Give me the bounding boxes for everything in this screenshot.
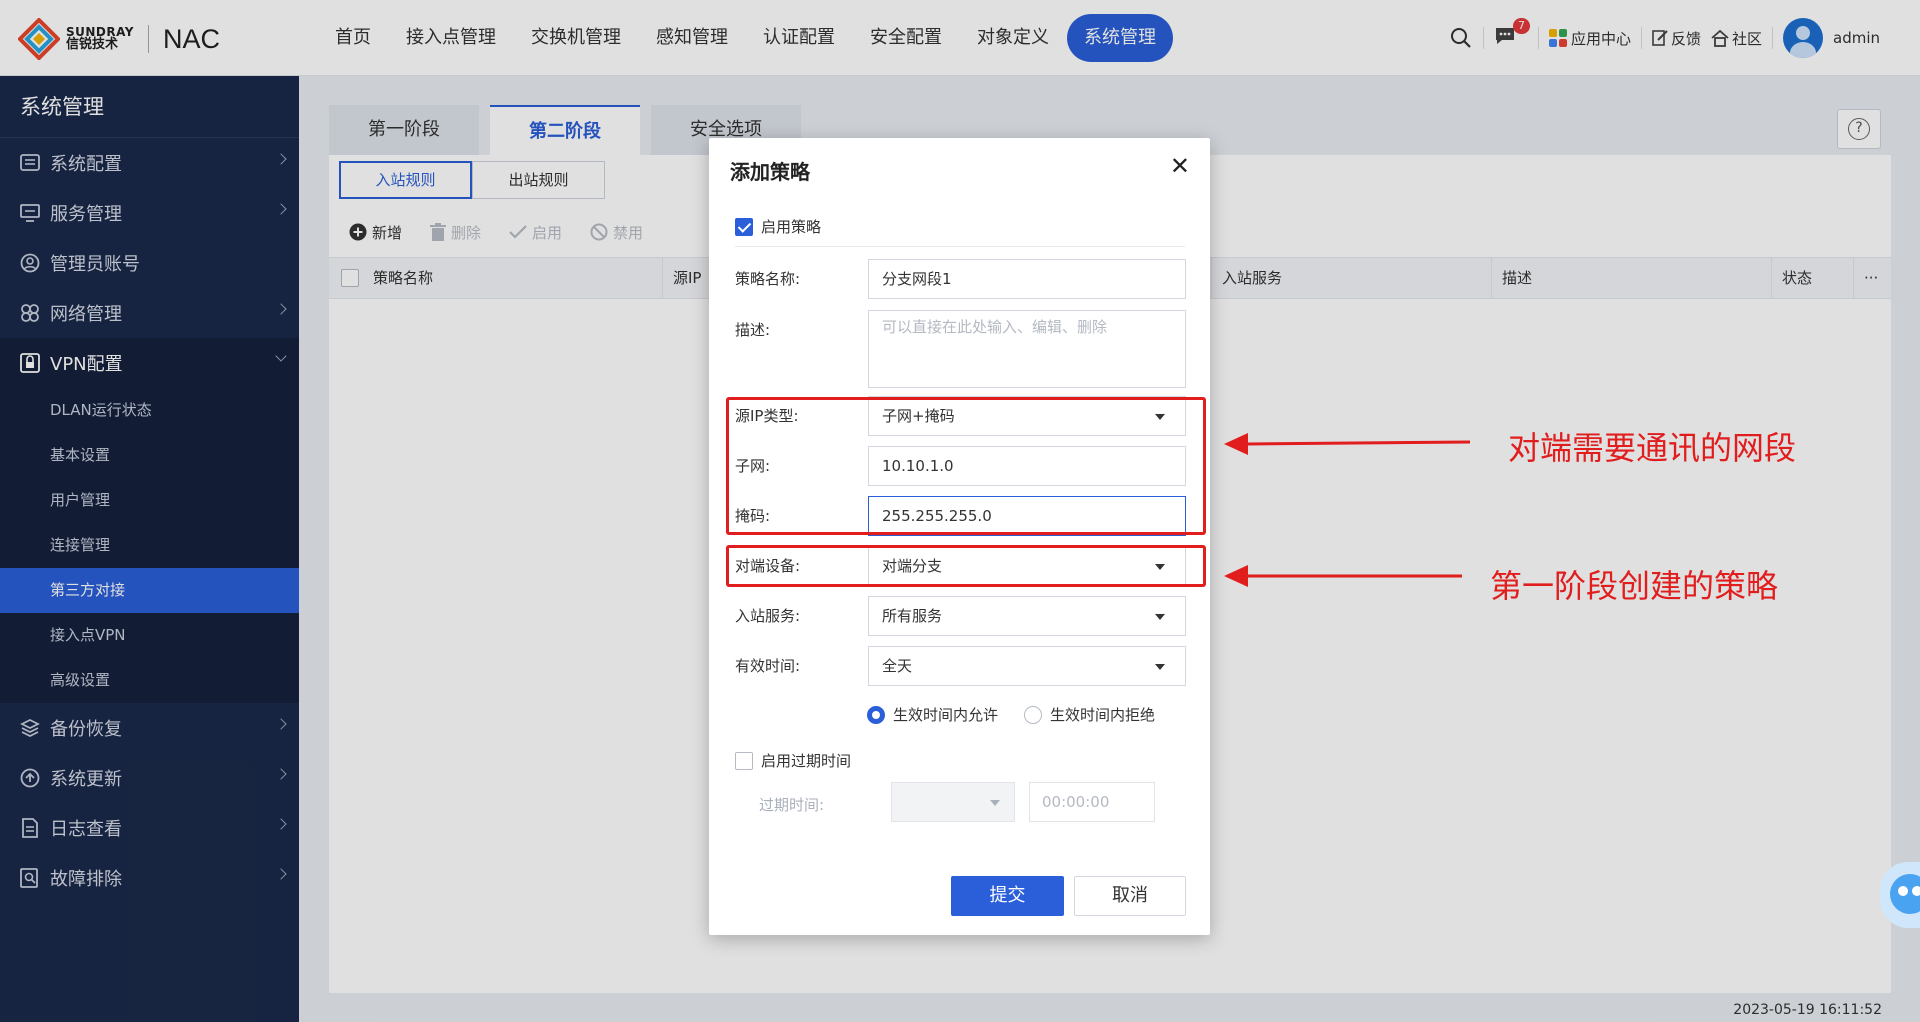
valid-time-label: 有效时间: [735, 657, 801, 675]
inbound-service-row: 入站服务: 所有服务 [735, 596, 1186, 636]
radio-allow[interactable] [867, 705, 885, 724]
radio-deny-label: 生效时间内拒绝 [1050, 706, 1156, 724]
annotation-box-subnet [726, 397, 1206, 535]
description-textarea[interactable]: 可以直接在此处输入、编辑、删除 [868, 310, 1186, 388]
close-icon[interactable]: ✕ [1170, 152, 1190, 180]
time-action-radio-group: 生效时间内允许 生效时间内拒绝 [867, 704, 1181, 725]
expire-checkbox[interactable] [735, 751, 753, 770]
valid-time-select[interactable]: 全天 [868, 646, 1186, 686]
expire-checkbox-row[interactable]: 启用过期时间 [735, 750, 851, 771]
annotation-subnet-note: 对端需要通讯的网段 [1508, 429, 1797, 467]
annotation-arrow-icon [1224, 433, 1471, 455]
enable-policy-label: 启用策略 [761, 218, 822, 236]
policy-name-label: 策略名称: [735, 270, 801, 288]
assistant-robot-icon[interactable] [1880, 862, 1920, 928]
radio-deny[interactable] [1024, 705, 1043, 724]
enable-policy-checkbox-row[interactable]: 启用策略 [735, 216, 821, 237]
radio-allow-option[interactable]: 生效时间内允许 [867, 704, 998, 725]
inbound-service-select[interactable]: 所有服务 [868, 596, 1186, 636]
inbound-service-label: 入站服务: [735, 607, 801, 625]
radio-allow-label: 生效时间内允许 [893, 706, 999, 724]
expire-time-label: 过期时间: [759, 796, 825, 814]
expire-time-input[interactable]: 00:00:00 [1029, 782, 1155, 822]
annotation-arrow-icon [1224, 565, 1462, 587]
policy-name-input[interactable]: 分支网段1 [868, 259, 1186, 299]
cancel-button[interactable]: 取消 [1074, 876, 1186, 916]
description-label: 描述: [735, 321, 771, 339]
annotation-peer-note: 第一阶段创建的策略 [1490, 567, 1779, 605]
add-policy-dialog: 添加策略 ✕ 启用策略 策略名称: 分支网段1 描述: 可以直接在此处输入、编辑… [709, 138, 1210, 935]
policy-name-row: 策略名称: 分支网段1 [735, 259, 1186, 299]
annotation-box-peer-device [726, 545, 1206, 587]
radio-deny-option[interactable]: 生效时间内拒绝 [1024, 704, 1155, 725]
divider [735, 246, 1185, 247]
description-row: 描述: 可以直接在此处输入、编辑、删除 [735, 310, 1186, 388]
expire-enable-label: 启用过期时间 [761, 752, 852, 770]
expire-date-select[interactable] [891, 782, 1015, 822]
valid-time-row: 有效时间: 全天 [735, 646, 1186, 686]
enable-policy-checkbox[interactable] [735, 217, 753, 236]
dialog-title: 添加策略 [730, 160, 810, 184]
submit-button[interactable]: 提交 [951, 876, 1064, 916]
